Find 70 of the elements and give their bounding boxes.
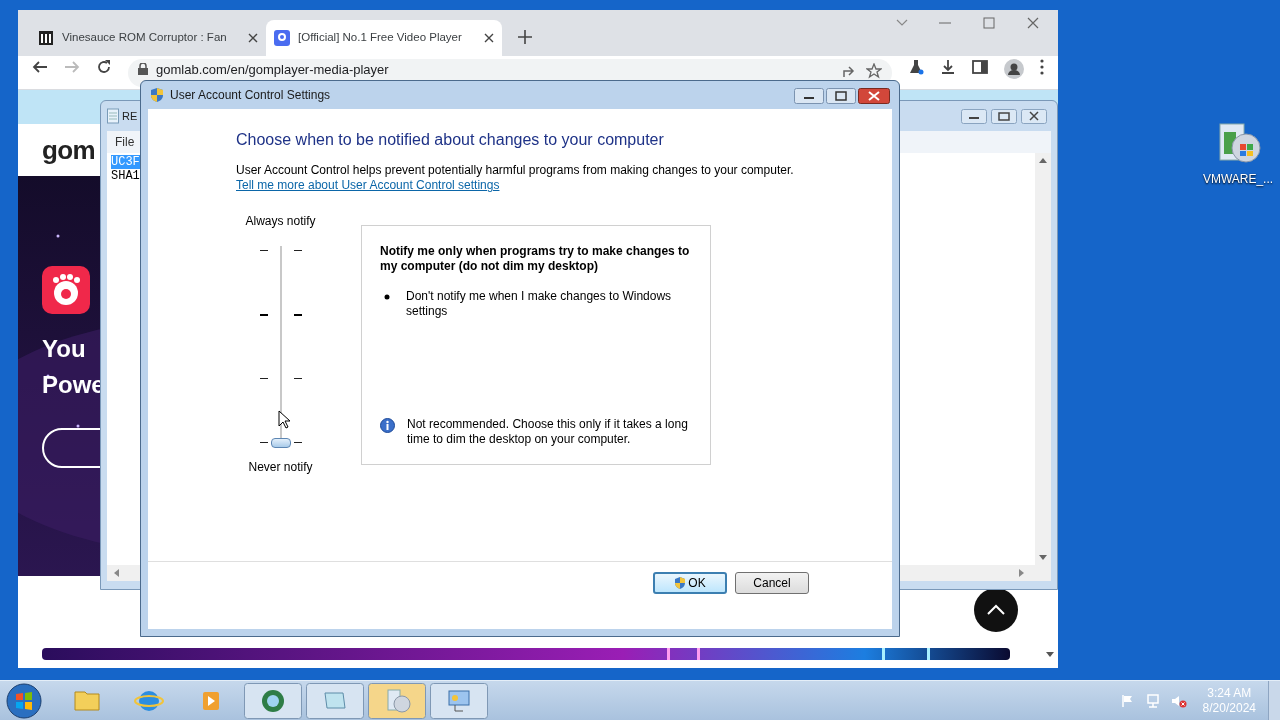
site-logo[interactable]: gom — [42, 130, 95, 170]
close-button[interactable] — [1021, 109, 1047, 124]
close-icon[interactable] — [1026, 16, 1040, 30]
tick-mark — [293, 314, 302, 316]
scroll-to-top-button[interactable] — [974, 588, 1018, 632]
tick-mark — [293, 442, 302, 443]
lock-icon — [138, 63, 148, 75]
icon-label[interactable]: VMWARE_... — [1202, 170, 1274, 188]
description-text: User Account Control helps prevent potentially harmful programs from making changes to your computer. — [236, 163, 795, 178]
notepad-icon — [107, 108, 119, 124]
bullet-text: Don't notify me when I make changes to Windows settings — [406, 289, 673, 319]
scroll-down-arrow-icon[interactable] — [1039, 555, 1047, 561]
address-text: gomlab.com/en/gomplayer-media-player — [156, 63, 389, 77]
browser-tab[interactable]: [Official] No.1 Free Video Player — [266, 20, 502, 56]
mouse-pointer-icon — [277, 410, 290, 429]
installer-box-icon[interactable] — [368, 682, 426, 719]
info-icon — [380, 418, 395, 433]
menu-item[interactable]: File — [115, 133, 135, 151]
tick-mark — [293, 378, 302, 379]
bullet-icon — [384, 294, 390, 300]
tick-mark — [259, 250, 268, 251]
reload-icon[interactable] — [96, 59, 112, 75]
text-line: SHA1 — [111, 169, 140, 183]
scroll-down-arrow-icon[interactable] — [1046, 652, 1054, 658]
shield-icon — [674, 576, 687, 590]
flask-icon[interactable] — [908, 59, 924, 75]
dialog-button[interactable]: OK — [653, 572, 727, 594]
slider-thumb[interactable] — [270, 438, 291, 448]
minimize-button[interactable] — [961, 109, 987, 124]
app-logo-icon — [42, 266, 90, 314]
tick-mark — [293, 250, 302, 251]
tick-mark — [259, 314, 268, 316]
building-icon — [38, 30, 54, 46]
scroll-up-arrow-icon[interactable] — [1039, 157, 1047, 163]
close-button[interactable] — [858, 88, 890, 104]
scroll-right-arrow-icon[interactable] — [1019, 569, 1025, 577]
tick-mark — [259, 378, 268, 379]
panel-title: Notify me only when programs try to make changes to my computer (do not dim my desktop) — [380, 244, 691, 274]
shield-icon — [150, 87, 164, 103]
profile-icon[interactable] — [1004, 59, 1024, 79]
window-title: User Account Control Settings — [170, 87, 331, 104]
headline-text: You — [42, 334, 87, 364]
tab-title: [Official] No.1 Free Video Player — [298, 30, 463, 46]
slider-label: Never notify — [248, 459, 313, 476]
globe-icon[interactable] — [244, 682, 302, 719]
start-button[interactable] — [6, 682, 42, 719]
tab-title: Vinesauce ROM Corruptor : Fan — [62, 30, 228, 46]
muted-speaker-icon[interactable] — [1170, 693, 1187, 708]
star-icon[interactable] — [866, 63, 882, 79]
minimize-button[interactable] — [794, 88, 824, 104]
close-icon[interactable] — [484, 33, 494, 43]
maximize-button[interactable] — [826, 88, 856, 104]
close-icon[interactable] — [248, 33, 258, 43]
side-panel-icon[interactable] — [972, 59, 988, 75]
chevron-down-icon[interactable] — [896, 19, 908, 27]
app-logo-icon — [274, 30, 290, 46]
slider-label: Always notify — [245, 213, 316, 230]
scrollbar[interactable] — [1035, 153, 1051, 565]
tick-mark — [259, 442, 268, 443]
download-icon[interactable] — [940, 59, 956, 75]
dialog-button[interactable]: Cancel — [735, 572, 809, 594]
maximize-button[interactable] — [991, 109, 1017, 124]
window-title: RE — [122, 108, 138, 124]
more-icon[interactable] — [1040, 59, 1044, 75]
scroll-left-arrow-icon[interactable] — [113, 569, 119, 577]
back-arrow-icon[interactable] — [32, 59, 48, 75]
dialog-heading: Choose when to be notified about changes to your computer — [236, 130, 665, 150]
help-link[interactable]: Tell me more about User Account Control settings — [236, 178, 500, 193]
new-tab-icon[interactable] — [518, 30, 532, 44]
note-text: Not recommended. Choose this only if it takes a long time to dim the desktop on your computer. — [407, 417, 689, 447]
